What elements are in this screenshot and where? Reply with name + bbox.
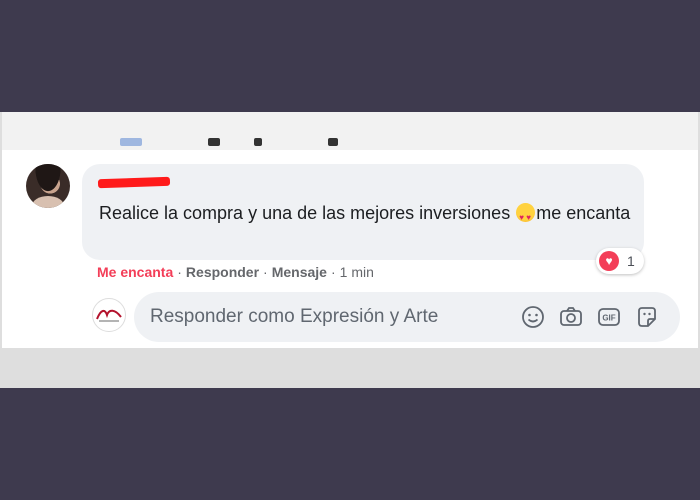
cut-text-fragment bbox=[208, 138, 220, 146]
message-button[interactable]: Mensaje bbox=[272, 264, 327, 280]
page-avatar-logo[interactable] bbox=[92, 298, 126, 332]
commenter-avatar[interactable] bbox=[26, 164, 70, 208]
reaction-count: 1 bbox=[627, 253, 635, 269]
comment-bubble: Realice la compra y una de las mejores i… bbox=[82, 164, 644, 260]
cut-text-fragment bbox=[120, 138, 142, 146]
comment-actions: Me encanta · Responder · Mensaje · 1 min bbox=[97, 264, 374, 280]
emoji-icon[interactable] bbox=[520, 304, 546, 330]
heart-icon: ♥ bbox=[599, 251, 619, 271]
camera-icon[interactable] bbox=[558, 304, 584, 330]
cut-text-fragment bbox=[328, 138, 338, 146]
comment-text: Realice la compra y una de las mejores i… bbox=[99, 200, 639, 231]
reply-button[interactable]: Responder bbox=[186, 264, 259, 280]
gif-icon[interactable]: GIF bbox=[596, 304, 622, 330]
svg-text:GIF: GIF bbox=[602, 314, 615, 323]
comment-card: Realice la compra y una de las mejores i… bbox=[2, 112, 698, 348]
sticker-icon[interactable] bbox=[634, 304, 660, 330]
separator: · bbox=[263, 264, 268, 280]
page-logo-icon bbox=[96, 309, 122, 322]
redacted-author-name[interactable] bbox=[97, 176, 171, 189]
reply-input[interactable] bbox=[150, 292, 510, 342]
previous-comment-strip bbox=[2, 112, 698, 150]
heart-eyes-emoji-icon bbox=[516, 203, 536, 231]
timestamp[interactable]: 1 min bbox=[340, 264, 374, 280]
comment-text-part-2: me encanta bbox=[536, 203, 631, 223]
reaction-summary[interactable]: ♥ 1 bbox=[596, 248, 644, 274]
screenshot-frame: Realice la compra y una de las mejores i… bbox=[0, 112, 700, 388]
separator: · bbox=[330, 264, 336, 280]
reply-composer[interactable]: GIF bbox=[134, 292, 680, 342]
cut-text-fragment bbox=[254, 138, 262, 146]
love-reaction-button[interactable]: Me encanta bbox=[97, 264, 173, 280]
separator: · bbox=[177, 264, 182, 280]
comment-text-part-1: Realice la compra y una de las mejores i… bbox=[99, 203, 516, 223]
